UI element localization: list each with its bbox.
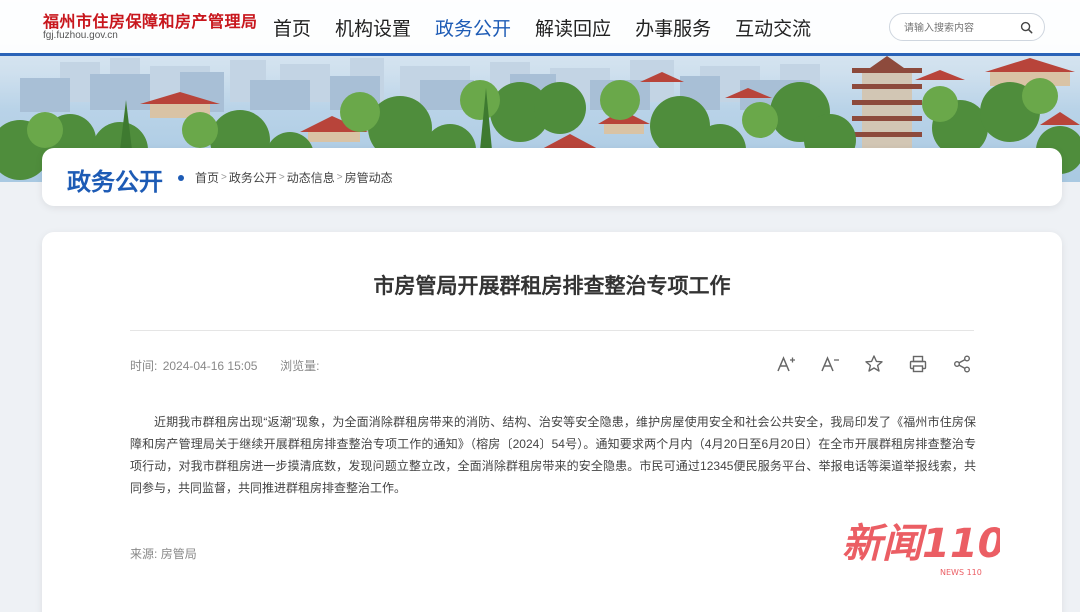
nav-item-organization[interactable]: 机构设置 <box>335 14 411 41</box>
breadcrumb-news[interactable]: 动态信息 <box>287 169 335 186</box>
share-icon[interactable] <box>951 353 973 375</box>
font-increase-icon[interactable] <box>775 353 797 375</box>
article-source: 来源: 房管局 <box>130 545 197 562</box>
pagoda-image <box>852 56 922 154</box>
breadcrumb: 首页 > 政务公开 > 动态信息 > 房管动态 <box>195 169 393 186</box>
watermark-text: 新闻110 <box>842 521 1000 567</box>
nav-item-home[interactable]: 首页 <box>273 14 311 41</box>
font-decrease-icon[interactable] <box>819 353 841 375</box>
site-header: 福州市住房保障和房产管理局 fgj.fuzhou.gov.cn 首页 机构设置 … <box>0 0 1080 56</box>
site-url: fgj.fuzhou.gov.cn <box>43 30 118 41</box>
news110-watermark-logo: 新闻110 NEWS 110 <box>842 521 1000 577</box>
site-logo-title[interactable]: 福州市住房保障和房产管理局 <box>43 8 258 32</box>
publish-time: 2024-04-16 15:05 <box>162 359 258 373</box>
article-title: 市房管局开展群租房排查整治专项工作 <box>373 275 731 298</box>
search-icon[interactable] <box>1020 21 1033 34</box>
breadcrumb-home[interactable]: 首页 <box>195 169 219 186</box>
source-value: 房管局 <box>160 547 197 561</box>
breadcrumb-housing-news[interactable]: 房管动态 <box>345 169 393 186</box>
source-label: 来源: <box>130 547 158 561</box>
article-meta: 时间: 2024-04-16 15:05 浏览量: <box>130 357 323 374</box>
print-icon[interactable] <box>907 353 929 375</box>
breadcrumb-card: 政务公开 首页 > 政务公开 > 动态信息 > 房管动态 <box>42 148 1062 206</box>
nav-item-interaction[interactable]: 互动交流 <box>735 14 811 41</box>
breadcrumb-separator: > <box>221 172 227 183</box>
nav-item-services[interactable]: 办事服务 <box>635 14 711 41</box>
nav-item-interpretation[interactable]: 解读回应 <box>535 14 611 41</box>
time-label: 时间: <box>130 359 158 373</box>
favorite-star-icon[interactable] <box>863 353 885 375</box>
section-title: 政务公开 <box>67 169 163 196</box>
breadcrumb-gov-affairs[interactable]: 政务公开 <box>229 169 277 186</box>
search-input[interactable] <box>904 20 1014 36</box>
watermark-subtext: NEWS 110 <box>940 568 982 577</box>
breadcrumb-separator: > <box>278 172 285 183</box>
article-body: 近期我市群租房出现“返潮”现象，为全面消除群租房带来的消防、结构、治安等安全隐患… <box>130 415 976 495</box>
article-toolbar <box>775 353 973 375</box>
breadcrumb-separator: > <box>336 172 343 183</box>
title-divider <box>130 330 974 331</box>
search-box <box>889 13 1045 41</box>
bullet-dot-icon <box>178 175 184 181</box>
views-label: 浏览量: <box>280 359 320 373</box>
main-nav: 首页 机构设置 政务公开 解读回应 办事服务 互动交流 <box>273 14 835 41</box>
nav-item-gov-affairs[interactable]: 政务公开 <box>435 14 511 41</box>
